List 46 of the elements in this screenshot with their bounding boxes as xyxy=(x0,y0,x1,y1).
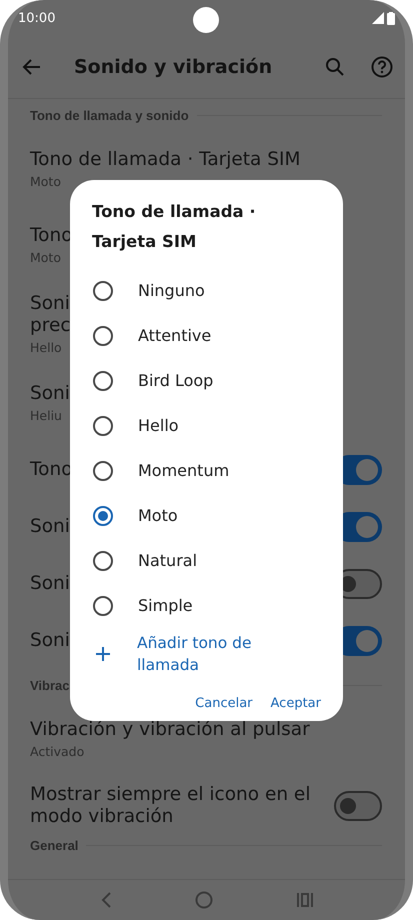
setting-title[interactable]: Mostrar siempre el icono en el modo vibración xyxy=(30,784,320,828)
setting-title[interactable]: Soni xyxy=(30,383,70,405)
radio-button[interactable] xyxy=(93,280,113,300)
option-label[interactable]: Bird Loop xyxy=(138,371,214,390)
setting-value: Moto xyxy=(30,250,61,265)
dialog-button[interactable]: Cancelar xyxy=(189,690,259,717)
option-label[interactable]: Ninguno xyxy=(138,281,205,300)
option-label[interactable]: Attentive xyxy=(138,326,212,345)
camera-cutout xyxy=(193,7,219,33)
setting-value: Moto xyxy=(30,174,61,189)
help-icon xyxy=(371,56,393,78)
setting-title[interactable]: Tono de llamada · Tarjeta SIM xyxy=(30,149,300,171)
signal-icon xyxy=(372,12,384,24)
battery-icon xyxy=(387,12,395,24)
section-header: Vibrac xyxy=(30,678,70,693)
plus-icon xyxy=(95,646,111,662)
setting-title[interactable]: Soni xyxy=(30,630,70,652)
radio-button[interactable] xyxy=(93,326,113,346)
setting-title[interactable]: Soni xyxy=(30,572,70,594)
setting-value: Heliu xyxy=(30,408,62,423)
option-label[interactable]: Natural xyxy=(138,551,198,570)
setting-value: Activado xyxy=(30,744,84,759)
option-label[interactable]: Moto xyxy=(138,506,178,525)
option-label[interactable]: Simple xyxy=(138,596,193,615)
setting-title[interactable]: Soni prec xyxy=(30,293,70,337)
radio-button[interactable] xyxy=(93,550,113,570)
dialog-title: Tono de llamada · Tarjeta SIM xyxy=(92,201,257,253)
option-label[interactable]: Hello xyxy=(138,416,179,435)
search-icon xyxy=(325,57,345,77)
setting-title[interactable]: Vibración y vibración al pulsar xyxy=(30,719,310,741)
radio-button[interactable] xyxy=(93,596,113,616)
toggle-switch[interactable] xyxy=(334,790,382,820)
app-bar-title: Sonido y vibración xyxy=(74,56,274,78)
radio-button[interactable] xyxy=(93,506,113,526)
add-ringtone-link[interactable]: Añadir tono de llamada xyxy=(137,632,287,676)
setting-title[interactable]: Soni xyxy=(30,516,70,538)
section-header: Tono de llamada y sonido xyxy=(30,108,189,123)
dialog-button[interactable]: Aceptar xyxy=(264,690,327,717)
radio-button[interactable] xyxy=(93,370,113,390)
option-label[interactable]: Momentum xyxy=(138,461,230,480)
arrow-left-icon xyxy=(22,57,42,77)
status-time: 10:00 xyxy=(18,10,56,26)
section-header: General xyxy=(30,838,78,853)
radio-button[interactable] xyxy=(93,460,113,480)
radio-button[interactable] xyxy=(93,416,113,436)
setting-value: Hello xyxy=(30,340,62,355)
